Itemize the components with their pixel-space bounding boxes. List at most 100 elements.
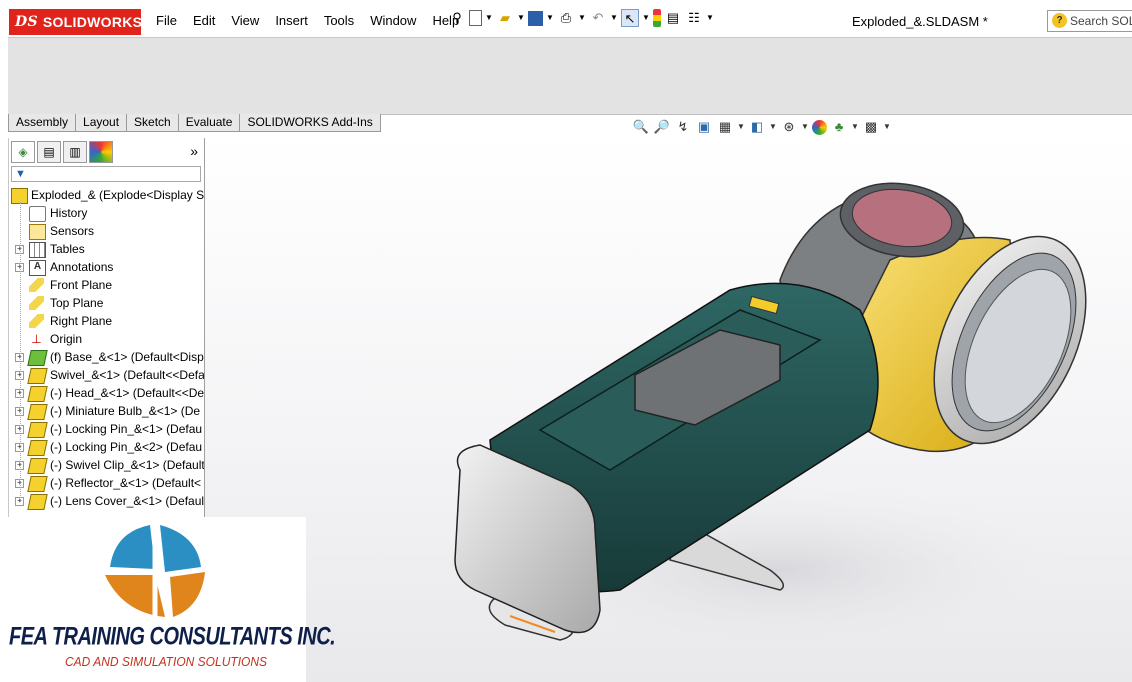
tree-item-label: Swivel_&<1> (Default<<Defa <box>50 368 205 382</box>
menu-tools[interactable]: Tools <box>316 13 362 28</box>
origin-icon: ⊥ <box>31 332 42 346</box>
previous-view-icon[interactable]: ↯ <box>674 118 692 136</box>
tree-item[interactable]: + (-) Locking Pin_&<2> (Defau <box>9 438 204 456</box>
dropdown-arrow-icon[interactable]: ▼ <box>883 118 891 136</box>
new-document-icon[interactable] <box>469 10 482 26</box>
dropdown-arrow-icon[interactable]: ▼ <box>578 9 586 27</box>
dropdown-arrow-icon[interactable]: ▼ <box>610 9 618 27</box>
property-manager-tab-icon[interactable]: ▤ <box>37 141 61 163</box>
menu-view[interactable]: View <box>223 13 267 28</box>
tab-layout[interactable]: Layout <box>75 114 128 132</box>
dropdown-arrow-icon[interactable]: ▼ <box>485 9 493 27</box>
tab-sketch[interactable]: Sketch <box>126 114 179 132</box>
company-logo-watermark: FEA TRAINING CONSULTANTS INC. CAD AND SI… <box>5 517 336 682</box>
tree-item[interactable]: + Tables <box>9 240 204 258</box>
part-icon <box>27 350 48 366</box>
dynamic-annotation-icon[interactable]: ▦ <box>716 118 734 136</box>
filter-icon[interactable]: ▼ <box>15 168 26 180</box>
tree-root-assembly[interactable]: Exploded_& (Explode<Display St <box>9 186 204 204</box>
command-manager-ribbon <box>8 37 1132 115</box>
tree-item[interactable]: + (-) Head_&<1> (Default<<De <box>9 384 204 402</box>
tree-item-label: Tables <box>50 242 85 256</box>
tree-item[interactable]: + (-) Swivel Clip_&<1> (Default <box>9 456 204 474</box>
tree-item-label: Right Plane <box>50 314 113 328</box>
scene-icon[interactable]: ♣ <box>830 118 848 136</box>
assembly-model-3d[interactable] <box>420 170 1100 650</box>
tree-item[interactable]: + (-) Miniature Bulb_&<1> (De <box>9 402 204 420</box>
undo-icon[interactable]: ↶ <box>589 9 607 27</box>
tab-addins[interactable]: SOLIDWORKS Add-Ins <box>239 114 381 132</box>
tree-item[interactable]: Top Plane <box>9 294 204 312</box>
dropdown-arrow-icon[interactable]: ▼ <box>737 118 745 136</box>
tree-item[interactable]: ⊥ Origin <box>9 330 204 348</box>
command-tabs: Assembly Layout Sketch Evaluate SOLIDWOR… <box>8 114 381 132</box>
dropdown-arrow-icon[interactable]: ▼ <box>851 118 859 136</box>
tab-evaluate[interactable]: Evaluate <box>177 114 241 132</box>
sensors-icon <box>29 224 46 240</box>
options-icon[interactable]: ☷ <box>685 9 703 27</box>
tree-item-label: History <box>50 206 88 220</box>
pin-icon[interactable]: ⚲ <box>448 9 466 27</box>
dropdown-arrow-icon[interactable]: ▼ <box>801 118 809 136</box>
menu-insert[interactable]: Insert <box>267 13 316 28</box>
tree-item-label: Front Plane <box>50 278 113 292</box>
annotations-icon: A <box>29 260 46 276</box>
solidworks-logo[interactable]: DS SOLIDWORKS <box>9 9 143 35</box>
tree-guide-line <box>20 202 22 502</box>
zoom-to-fit-icon[interactable]: 🔍 <box>632 118 650 136</box>
file-properties-icon[interactable]: ▤ <box>664 9 682 27</box>
menu-file[interactable]: File <box>148 13 185 28</box>
logo-emblem <box>105 522 205 622</box>
search-placeholder: Search SOL <box>1070 14 1132 28</box>
select-cursor-icon[interactable]: ↖ <box>621 9 639 27</box>
rebuild-traffic-light-icon[interactable] <box>653 9 661 27</box>
feature-manager-tab-icon[interactable]: ◈ <box>11 141 35 163</box>
tree-item-label: Origin <box>50 332 83 346</box>
dropdown-arrow-icon[interactable]: ▼ <box>642 9 650 27</box>
tree-item[interactable]: + (-) Reflector_&<1> (Default< <box>9 474 204 492</box>
part-icon <box>27 458 48 474</box>
tree-item-label: (-) Lens Cover_&<1> (Defaul <box>50 494 205 508</box>
tree-item[interactable]: + (f) Base_&<1> (Default<Disp <box>9 348 204 366</box>
save-icon[interactable] <box>528 10 543 26</box>
tree-item[interactable]: Right Plane <box>9 312 204 330</box>
tree-item[interactable]: Sensors <box>9 222 204 240</box>
tree-item[interactable]: History <box>9 204 204 222</box>
dropdown-arrow-icon[interactable]: ▼ <box>706 9 714 27</box>
dropdown-arrow-icon[interactable]: ▼ <box>546 9 554 27</box>
tree-item[interactable]: + (-) Locking Pin_&<1> (Defau <box>9 420 204 438</box>
logo-company-name: FEA TRAINING CONSULTANTS INC. <box>9 623 336 651</box>
history-icon <box>29 206 46 222</box>
print-icon[interactable]: ⎙ <box>557 9 575 27</box>
tree-item[interactable]: Front Plane <box>9 276 204 294</box>
logo-tagline: CAD AND SIMULATION SOLUTIONS <box>65 654 268 670</box>
menu-window[interactable]: Window <box>362 13 424 28</box>
tree-item-label: Annotations <box>50 260 114 274</box>
panel-tabs: ◈ ▤ ▥ <box>11 141 113 163</box>
tree-item-label: (-) Miniature Bulb_&<1> (De <box>50 404 201 418</box>
view-orientation-icon[interactable]: ◧ <box>748 118 766 136</box>
tree-item[interactable]: + (-) Lens Cover_&<1> (Defaul <box>9 492 205 510</box>
dropdown-arrow-icon[interactable]: ▼ <box>769 118 777 136</box>
tree-item-label: (-) Locking Pin_&<1> (Defau <box>50 422 203 436</box>
section-view-icon[interactable]: ▣ <box>695 118 713 136</box>
tree-item-label: (f) Base_&<1> (Default<Disp <box>50 350 204 364</box>
view-settings-icon[interactable]: ▩ <box>862 118 880 136</box>
feature-tree: Exploded_& (Explode<Display St History Se… <box>9 186 205 510</box>
configuration-manager-tab-icon[interactable]: ▥ <box>63 141 87 163</box>
tree-item[interactable]: + A Annotations <box>9 258 204 276</box>
appearance-icon[interactable] <box>812 119 827 135</box>
tree-filter-input[interactable]: ▼ <box>11 166 201 182</box>
display-style-icon[interactable]: ⊛ <box>780 118 798 136</box>
dropdown-arrow-icon[interactable]: ▼ <box>517 9 525 27</box>
expand-panel-icon[interactable]: » <box>190 143 198 159</box>
display-manager-tab-icon[interactable] <box>89 141 113 163</box>
menu-edit[interactable]: Edit <box>185 13 223 28</box>
tree-item[interactable]: + Swivel_&<1> (Default<<Defa <box>9 366 205 384</box>
part-icon <box>27 386 48 402</box>
zoom-to-area-icon[interactable]: 🔎 <box>653 118 671 136</box>
search-input[interactable]: ? Search SOL <box>1047 10 1132 32</box>
open-folder-icon[interactable]: ▰ <box>496 9 514 27</box>
tab-assembly[interactable]: Assembly <box>8 114 77 132</box>
brand-name: SOLIDWORKS <box>42 14 143 30</box>
